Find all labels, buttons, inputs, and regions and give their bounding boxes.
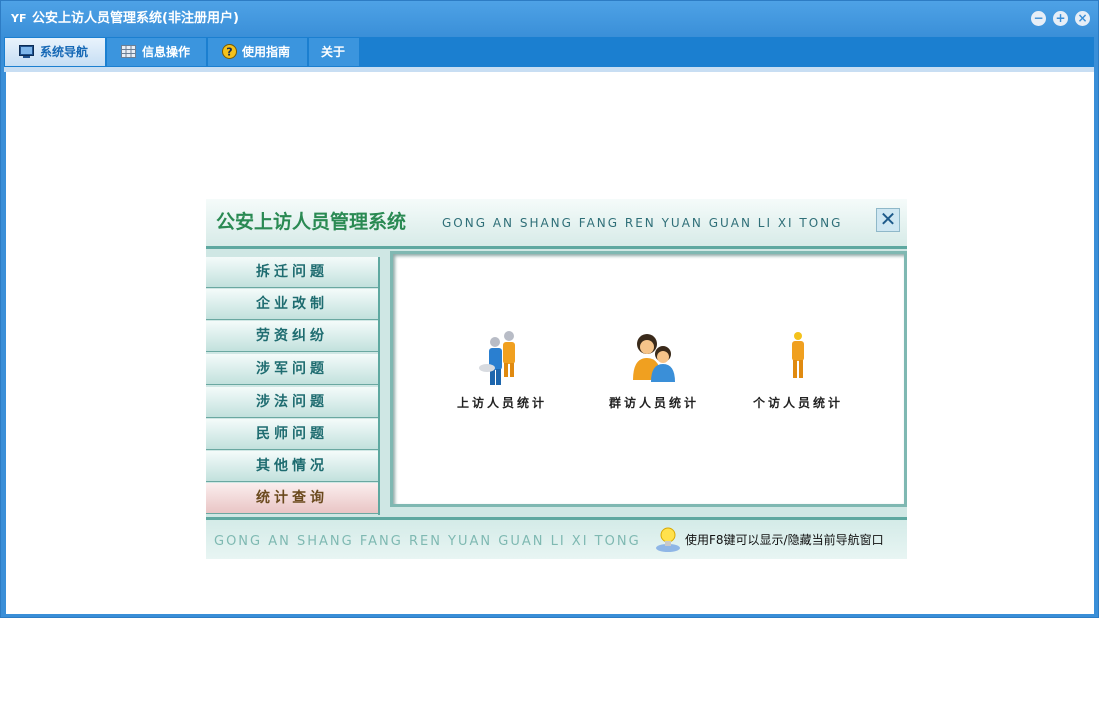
menu-item-other[interactable]: 其他情况 <box>206 451 378 482</box>
menu-item-military-issues[interactable]: 涉军问题 <box>206 354 378 385</box>
nav-title: 公安上访人员管理系统 <box>216 211 407 233</box>
nav-header: 公安上访人员管理系统 GONG AN SHANG FANG REN YUAN G… <box>206 199 907 249</box>
group-people-icon <box>479 331 515 385</box>
tab-label: 信息操作 <box>142 45 191 59</box>
stat-label: 个访人员统计 <box>752 396 843 410</box>
title-bar[interactable]: YF 公安上访人员管理系统(非注册用户) − + × <box>1 1 1098 37</box>
close-icon[interactable]: × <box>1075 11 1090 26</box>
app-logo-icon: YF <box>11 12 27 25</box>
nav-pinyin: GONG AN SHANG FANG REN YUAN GUAN LI XI T… <box>442 216 843 230</box>
tab-label: 系统导航 <box>40 45 89 59</box>
hint-text: 使用F8键可以显示/隐藏当前导航窗口 <box>685 533 884 547</box>
stat-label: 群访人员统计 <box>608 396 699 410</box>
menu-item-enterprise-reform[interactable]: 企业改制 <box>206 289 378 320</box>
grid-icon <box>121 45 136 58</box>
tab-label: 关于 <box>321 45 346 59</box>
menu-item-statistics[interactable]: 统计查询 <box>206 483 378 514</box>
monitor-icon <box>19 45 34 58</box>
single-person-icon <box>792 332 804 378</box>
stat-petitioners[interactable]: 上访人员统计 <box>442 330 562 410</box>
window-title: 公安上访人员管理系统(非注册用户) <box>32 11 239 26</box>
tab-label: 使用指南 <box>242 45 291 59</box>
tab-about[interactable]: 关于 <box>309 38 359 66</box>
tab-system-navigation[interactable]: 系统导航 <box>5 38 105 66</box>
stat-label: 上访人员统计 <box>456 396 547 410</box>
footer-pinyin: GONG AN SHANG FANG REN YUAN GUAN LI XI T… <box>214 534 641 549</box>
nav-close-button[interactable]: ✕ <box>876 208 900 232</box>
couple-people-icon <box>633 334 675 382</box>
tab-user-guide[interactable]: ? 使用指南 <box>208 38 307 66</box>
maximize-icon[interactable]: + <box>1053 11 1068 26</box>
menu-item-labor-disputes[interactable]: 劳资纠纷 <box>206 321 378 352</box>
minimize-icon[interactable]: − <box>1031 11 1046 26</box>
menu-item-teacher-issues[interactable]: 民师问题 <box>206 419 378 450</box>
stat-individual-visits[interactable]: 个访人员统计 <box>738 330 858 410</box>
stat-group-visits[interactable]: 群访人员统计 <box>594 330 714 410</box>
tab-bar: 系统导航 信息操作 ? 使用指南 关于 <box>4 37 1094 67</box>
tab-info-operation[interactable]: 信息操作 <box>107 38 206 66</box>
menu-item-legal-issues[interactable]: 涉法问题 <box>206 387 378 418</box>
svg-text:?: ? <box>226 46 232 59</box>
lightbulb-icon <box>656 527 680 552</box>
help-icon: ? <box>222 44 237 59</box>
navigation-dialog: 公安上访人员管理系统 GONG AN SHANG FANG REN YUAN G… <box>206 199 907 559</box>
nav-footer: GONG AN SHANG FANG REN YUAN GUAN LI XI T… <box>206 517 907 559</box>
category-menu: 拆迁问题 企业改制 劳资纠纷 涉军问题 涉法问题 民师问题 其他情况 统计查询 <box>206 257 380 515</box>
menu-item-demolition[interactable]: 拆迁问题 <box>206 257 378 288</box>
statistics-panel: 上访人员统计 群访人员统计 个访人员统计 <box>390 251 907 507</box>
